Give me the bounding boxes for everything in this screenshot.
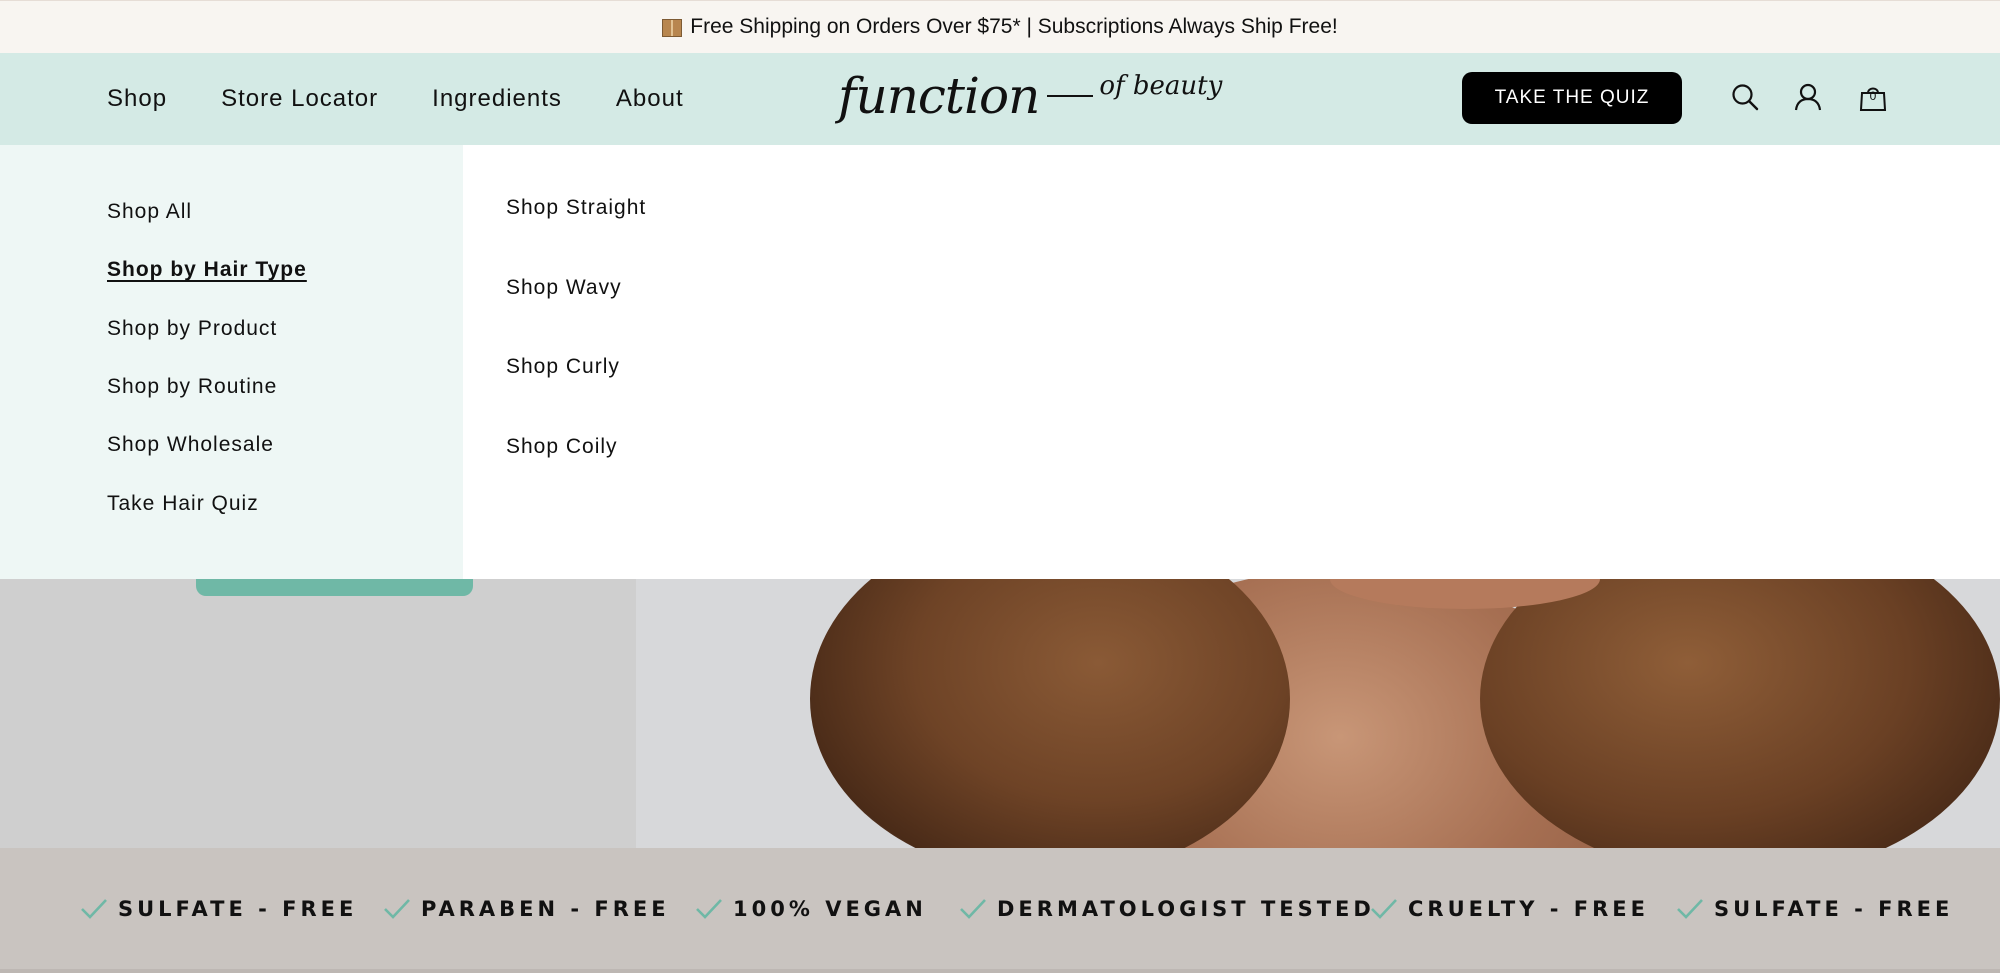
claim-item: DERMATOLOGIST TESTED [959,848,1375,969]
nav-shop[interactable]: Shop [107,85,167,113]
package-icon [662,19,683,37]
nav-about[interactable]: About [616,85,684,113]
menu-shop-by-routine[interactable]: Shop by Routine [107,375,277,399]
logo-secondary: of beauty [1099,71,1223,101]
site-header: Shop Store Locator Ingredients About fun… [0,53,2000,145]
check-icon [1677,898,1703,919]
menu-shop-wholesale[interactable]: Shop Wholesale [107,433,274,457]
search-icon[interactable] [1728,80,1762,114]
menu-shop-by-hair-type[interactable]: Shop by Hair Type [107,258,307,282]
menu-shop-all[interactable]: Shop All [107,200,192,224]
menu-shop-straight[interactable]: Shop Straight [506,196,646,220]
menu-categories: Shop All Shop by Hair Type Shop by Produ… [0,145,463,579]
claim-item: SULFATE - FREE [80,848,357,969]
menu-take-hair-quiz[interactable]: Take Hair Quiz [107,492,259,516]
curly-hair-left [810,579,1290,848]
hero-cta-button[interactable] [196,579,473,596]
curly-hair-right [1480,579,2000,848]
check-icon [384,898,410,919]
take-quiz-button[interactable]: TAKE THE QUIZ [1462,72,1682,124]
shop-mega-menu: Shop All Shop by Hair Type Shop by Produ… [0,145,2000,579]
cart-icon[interactable]: 0 [1856,80,1890,114]
announcement-text: Free Shipping on Orders Over $75* | Subs… [690,15,1338,38]
menu-shop-by-product[interactable]: Shop by Product [107,317,277,341]
claim-item: SULFATE - FREE [1676,848,1953,969]
menu-shop-coily[interactable]: Shop Coily [506,435,618,459]
brand-logo[interactable]: function of beauty [838,65,1222,127]
account-icon[interactable] [1791,80,1825,114]
claim-item: 100% VEGAN [695,848,927,969]
hero-image [0,579,2000,848]
check-icon [81,898,107,919]
check-icon [1371,898,1397,919]
main-nav: Shop Store Locator Ingredients About [107,53,684,145]
check-icon [960,898,986,919]
logo-primary: function [838,67,1040,125]
nav-store-locator[interactable]: Store Locator [221,85,378,113]
announcement-bar: Free Shipping on Orders Over $75* | Subs… [0,0,2000,53]
menu-shop-wavy[interactable]: Shop Wavy [506,276,622,300]
menu-shop-curly[interactable]: Shop Curly [506,355,620,379]
product-claims-bar: SULFATE - FREE PARABEN - FREE 100% VEGAN… [0,848,2000,969]
nav-ingredients[interactable]: Ingredients [432,85,562,113]
claim-item: PARABEN - FREE [383,848,670,969]
logo-dash [1047,95,1094,97]
claim-item: CRUELTY - FREE [1370,848,1649,969]
cart-count: 0 [1869,89,1877,103]
footer-divider [0,969,2000,973]
check-icon [696,898,722,919]
